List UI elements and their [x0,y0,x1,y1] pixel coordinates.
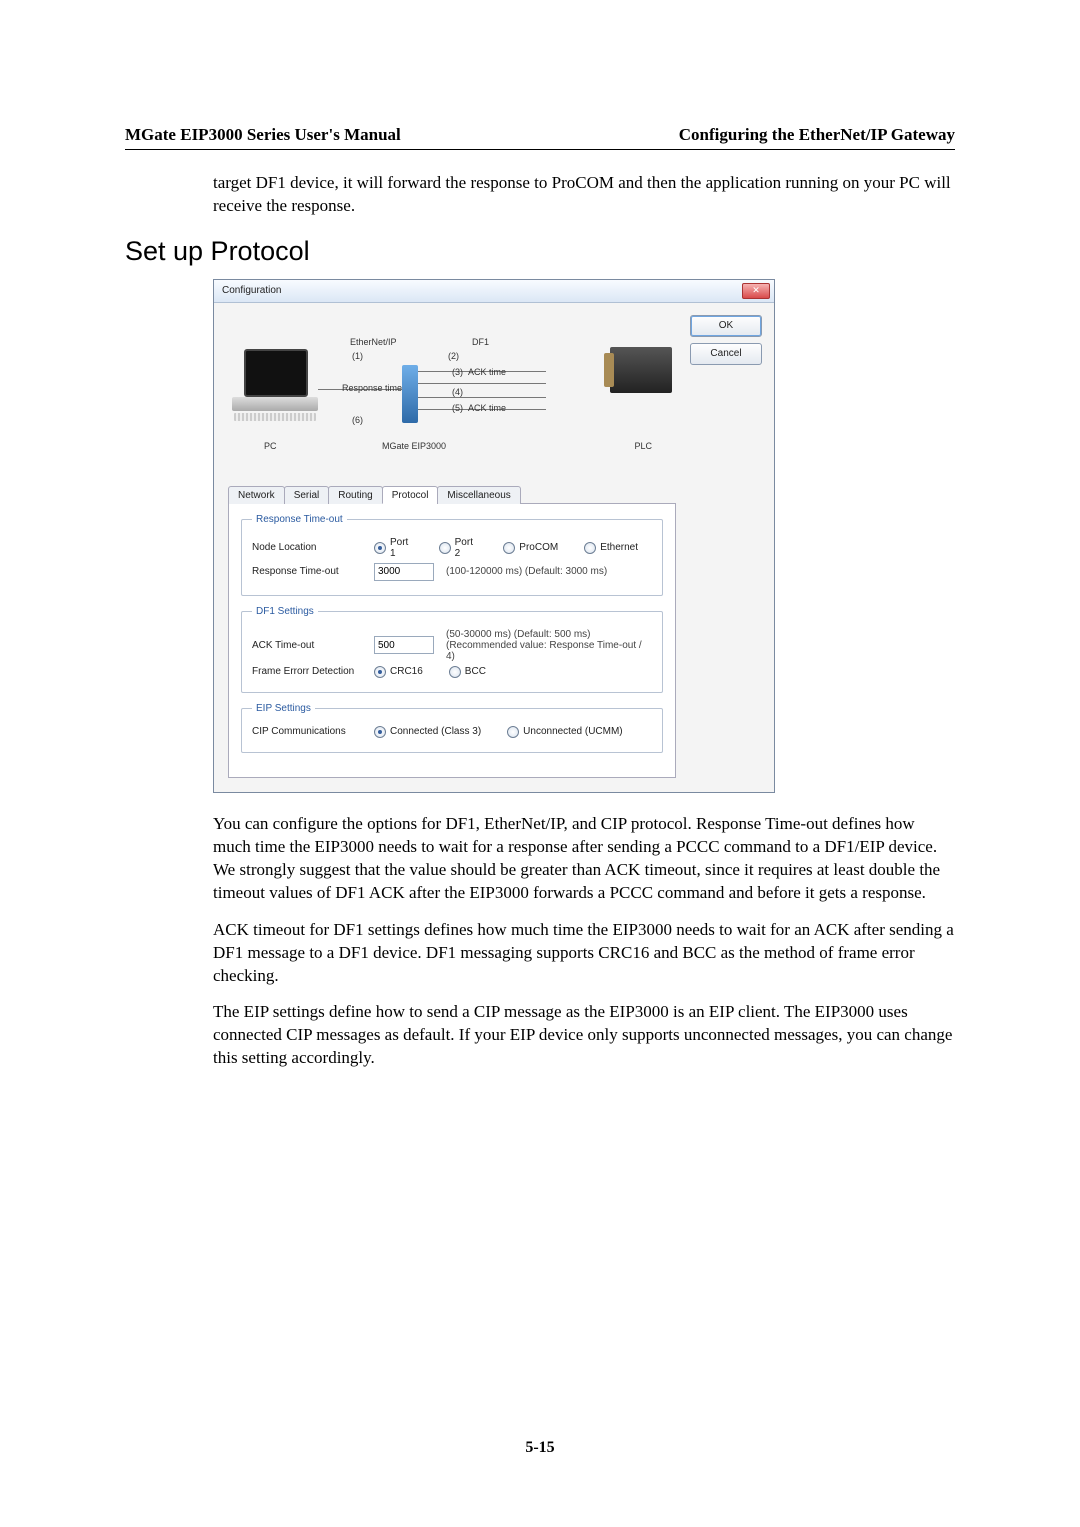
dialog-titlebar: Configuration ✕ [214,280,774,303]
eip-settings-group: EIP Settings CIP Communications Connecte… [241,703,663,753]
bcc-radio[interactable]: BCC [449,666,486,678]
unconnected-radio[interactable]: Unconnected (UCMM) [507,726,622,738]
frame-error-detection-label: Frame Errorr Detection [252,666,362,677]
response-timeout-legend: Response Time-out [252,514,347,525]
ack-timeout-hint-2: (Recommended value: Response Time-out / … [446,640,642,662]
header-right: Configuring the EtherNet/IP Gateway [679,125,955,145]
crc16-radio[interactable]: CRC16 [374,666,423,678]
node-ethernet-radio[interactable]: Ethernet [584,542,638,554]
ok-button[interactable]: OK [690,315,762,337]
paragraph-3: The EIP settings define how to send a CI… [213,1001,955,1070]
tab-serial[interactable]: Serial [284,486,330,504]
plc-icon [610,347,672,393]
page-header: MGate EIP3000 Series User's Manual Confi… [125,125,955,150]
section-heading: Set up Protocol [125,236,955,267]
dialog-title: Configuration [222,285,281,296]
page-number: 5-15 [0,1439,1080,1457]
tab-miscellaneous[interactable]: Miscellaneous [437,486,520,504]
protocol-diagram: PC MGate EIP3000 PLC EtherNet/IP DF1 Res… [232,321,672,471]
node-procom-radio[interactable]: ProCOM [503,542,558,554]
manual-page: { "header": { "left": "MGate EIP3000 Ser… [0,0,1080,1527]
gateway-label: MGate EIP3000 [382,441,446,451]
cip-communications-label: CIP Communications [252,726,362,737]
cancel-button[interactable]: Cancel [690,343,762,365]
response-time-label: Response time [342,383,402,393]
node-port1-radio[interactable]: Port 1 [374,537,413,559]
ack-timeout-label: ACK Time-out [252,640,362,651]
ethernetip-label: EtherNet/IP [350,337,397,347]
configuration-dialog: Configuration ✕ PC MGate EIP3000 PLC [213,279,775,793]
response-timeout-group: Response Time-out Node Location Port 1 P… [241,514,663,596]
header-left: MGate EIP3000 Series User's Manual [125,125,401,145]
paragraph-1: You can configure the options for DF1, E… [213,813,955,905]
ack-timeout-input[interactable] [374,636,434,654]
df1-settings-group: DF1 Settings ACK Time-out (50-30000 ms) … [241,606,663,693]
dialog-screenshot: Configuration ✕ PC MGate EIP3000 PLC [213,279,955,793]
close-icon[interactable]: ✕ [742,283,770,299]
plc-label: PLC [634,441,652,451]
ack-timeout-hint-1: (50-30000 ms) (Default: 500 ms) [446,629,591,640]
response-timeout-label: Response Time-out [252,566,362,577]
tab-bar: Network Serial Routing Protocol Miscella… [228,485,676,504]
node-location-label: Node Location [252,542,362,553]
ack-time-label-2: ACK time [468,403,506,413]
gateway-icon [402,365,418,423]
pc-label: PC [264,441,277,451]
tab-protocol[interactable]: Protocol [382,486,439,504]
connected-radio[interactable]: Connected (Class 3) [374,726,481,738]
response-timeout-hint: (100-120000 ms) (Default: 3000 ms) [446,566,607,577]
df1-settings-legend: DF1 Settings [252,606,318,617]
response-timeout-input[interactable] [374,563,434,581]
ack-time-label-1: ACK time [468,367,506,377]
tab-routing[interactable]: Routing [328,486,382,504]
intro-paragraph: target DF1 device, it will forward the r… [213,172,955,218]
paragraph-2: ACK timeout for DF1 settings defines how… [213,919,955,988]
node-port2-radio[interactable]: Port 2 [439,537,478,559]
df1-label: DF1 [472,337,489,347]
pc-icon [244,349,308,397]
tab-network[interactable]: Network [228,486,285,504]
eip-settings-legend: EIP Settings [252,703,315,714]
protocol-tab-panel: Response Time-out Node Location Port 1 P… [228,504,676,778]
